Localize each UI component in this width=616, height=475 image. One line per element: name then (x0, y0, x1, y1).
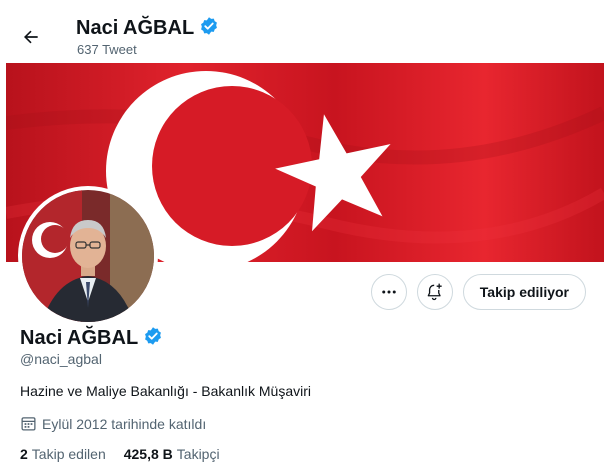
profile-header-bar: Naci AĞBAL 637 Tweet (0, 0, 616, 62)
followers-count: 425,8 B (123, 446, 173, 462)
follow-stats: 2 Takip edilen 425,8 B Takipçi (20, 446, 238, 462)
verified-badge-icon (199, 16, 219, 41)
verified-badge-icon[interactable] (143, 326, 163, 351)
notifications-button[interactable] (416, 274, 453, 310)
profile-bio: Hazine ve Maliye Bakanlığı - Bakanlık Mü… (20, 383, 312, 399)
back-button[interactable] (14, 20, 48, 54)
avatar[interactable] (18, 186, 158, 326)
followers-label: Takipçi (176, 446, 220, 462)
profile-name-row: Naci AĞBAL (20, 326, 163, 351)
following-count: 2 (20, 446, 28, 462)
header-name: Naci AĞBAL (76, 17, 195, 39)
calendar-icon (21, 417, 36, 431)
back-arrow-icon (24, 30, 38, 44)
followers-link[interactable]: 425,8 B Takipçi (124, 446, 220, 462)
more-icon (382, 290, 396, 294)
profile-handle: @naci_agbal (20, 351, 102, 367)
following-label: Takip edilen (31, 446, 106, 462)
following-link[interactable]: 2 Takip edilen (20, 446, 106, 462)
joined-date: Eylül 2012 tarihinde katıldı (20, 415, 206, 432)
following-button[interactable]: Takip ediliyor (462, 274, 586, 310)
profile-name: Naci AĞBAL (20, 327, 139, 349)
profile-actions: Takip ediliyor (370, 274, 586, 310)
bell-plus-icon (427, 283, 442, 301)
tweet-count: 637 Tweet (77, 42, 137, 57)
joined-text: Eylül 2012 tarihinde katıldı (42, 415, 207, 432)
more-button[interactable] (370, 274, 407, 310)
avatar-photo (22, 190, 154, 322)
header-title: Naci AĞBAL (76, 16, 219, 41)
